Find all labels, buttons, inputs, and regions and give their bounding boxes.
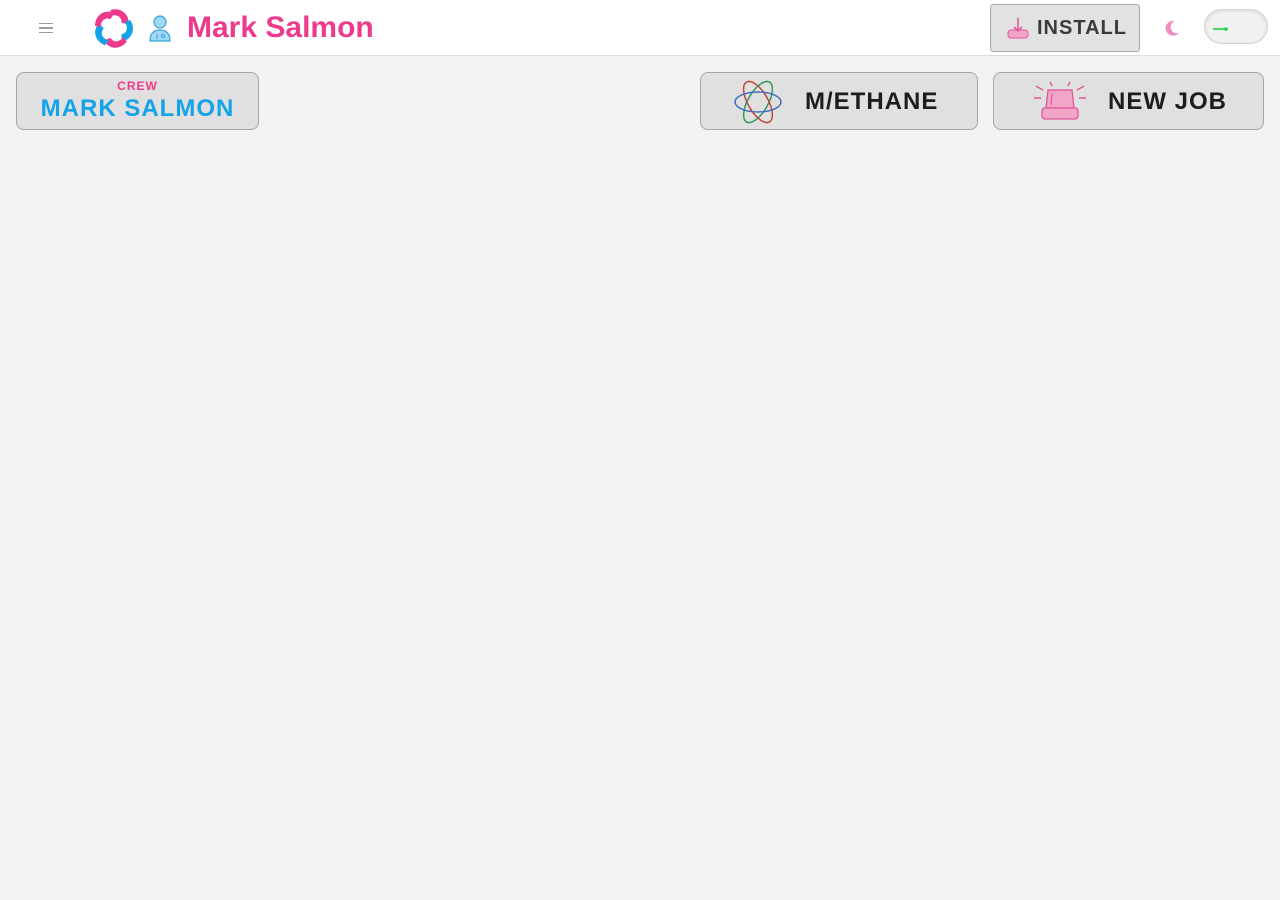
crew-label: CREW [117, 79, 158, 93]
methane-button[interactable]: M/ETHANE [700, 72, 978, 130]
install-label: INSTALL [1037, 16, 1127, 39]
crew-member-name: MARK SALMON [40, 95, 235, 122]
download-tray-icon [1007, 18, 1029, 39]
install-button[interactable]: INSTALL [990, 4, 1140, 52]
page-title: Mark Salmon [187, 11, 374, 44]
dark-mode-toggle[interactable] [1204, 9, 1268, 44]
top-app-bar: Mark Salmon INSTALL [0, 0, 1280, 56]
user-icon [149, 15, 171, 42]
toggle-indicator-icon [1213, 27, 1228, 31]
methane-label: M/ETHANE [805, 88, 939, 115]
swirl-logo-icon[interactable] [92, 7, 135, 50]
moon-icon[interactable] [1162, 18, 1182, 38]
new-job-button[interactable]: NEW JOB [993, 72, 1264, 130]
hamburger-menu-icon[interactable] [30, 12, 62, 44]
new-job-label: NEW JOB [1108, 88, 1228, 115]
crew-card[interactable]: CREW MARK SALMON [16, 72, 259, 130]
interlocking-rings-icon [734, 80, 782, 124]
siren-light-icon [1034, 81, 1086, 120]
